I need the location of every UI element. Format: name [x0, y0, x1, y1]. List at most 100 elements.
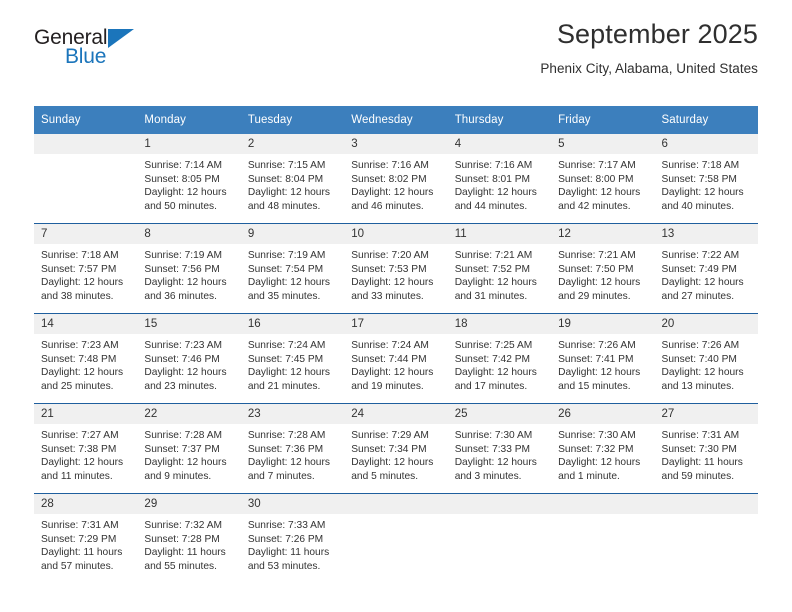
calendar-grid: Sunday Monday Tuesday Wednesday Thursday…: [34, 106, 758, 583]
calendar-day-cell[interactable]: 4 Sunrise: 7:16 AM Sunset: 8:01 PM Dayli…: [447, 134, 552, 224]
day-details: [34, 154, 137, 159]
calendar-day-cell[interactable]: 9 Sunrise: 7:19 AM Sunset: 7:54 PM Dayli…: [240, 223, 345, 314]
day-details: Sunrise: 7:33 AM Sunset: 7:26 PM Dayligh…: [241, 514, 344, 573]
daylight-text-line2: and 40 minutes.: [661, 200, 735, 212]
calendar-week-row: 21 Sunrise: 7:27 AM Sunset: 7:38 PM Dayl…: [34, 403, 758, 494]
calendar-day-cell[interactable]: 19 Sunrise: 7:26 AM Sunset: 7:41 PM Dayl…: [551, 313, 655, 404]
calendar-day-cell[interactable]: 3 Sunrise: 7:16 AM Sunset: 8:02 PM Dayli…: [344, 134, 448, 224]
calendar-day-cell[interactable]: 6 Sunrise: 7:18 AM Sunset: 7:58 PM Dayli…: [654, 134, 758, 224]
calendar-day-cell[interactable]: 15 Sunrise: 7:23 AM Sunset: 7:46 PM Dayl…: [137, 313, 241, 404]
calendar-day-cell[interactable]: 21 Sunrise: 7:27 AM Sunset: 7:38 PM Dayl…: [34, 403, 138, 494]
day-details: Sunrise: 7:18 AM Sunset: 7:57 PM Dayligh…: [34, 244, 137, 303]
sunset-text: Sunset: 7:45 PM: [247, 353, 324, 365]
day-details: Sunrise: 7:25 AM Sunset: 7:42 PM Dayligh…: [448, 334, 551, 393]
calendar-day-cell[interactable]: 22 Sunrise: 7:28 AM Sunset: 7:37 PM Dayl…: [137, 403, 241, 494]
calendar-week-row: 14 Sunrise: 7:23 AM Sunset: 7:48 PM Dayl…: [34, 313, 758, 404]
day-details: Sunrise: 7:26 AM Sunset: 7:40 PM Dayligh…: [655, 334, 758, 393]
day-number: [344, 494, 448, 514]
day-number: [551, 494, 655, 514]
calendar-day-cell[interactable]: 12 Sunrise: 7:21 AM Sunset: 7:50 PM Dayl…: [551, 223, 655, 314]
calendar-day-cell[interactable]: 10 Sunrise: 7:20 AM Sunset: 7:53 PM Dayl…: [344, 223, 448, 314]
sunset-text: Sunset: 7:50 PM: [558, 263, 634, 275]
calendar-day-cell[interactable]: [654, 493, 758, 583]
calendar-day-cell[interactable]: 8 Sunrise: 7:19 AM Sunset: 7:56 PM Dayli…: [137, 223, 241, 314]
day-number: 10: [344, 224, 448, 244]
daylight-text-line2: and 38 minutes.: [41, 290, 114, 302]
day-details: Sunrise: 7:16 AM Sunset: 8:02 PM Dayligh…: [344, 154, 447, 213]
sunrise-text: Sunrise: 7:22 AM: [661, 250, 740, 261]
daylight-text-line2: and 17 minutes.: [454, 380, 528, 392]
calendar-day-cell[interactable]: 17 Sunrise: 7:24 AM Sunset: 7:44 PM Dayl…: [344, 313, 448, 404]
day-details: Sunrise: 7:27 AM Sunset: 7:38 PM Dayligh…: [34, 424, 137, 483]
calendar-day-cell[interactable]: 30 Sunrise: 7:33 AM Sunset: 7:26 PM Dayl…: [240, 493, 345, 583]
calendar-day-cell[interactable]: [447, 493, 552, 583]
calendar-day-cell[interactable]: 26 Sunrise: 7:30 AM Sunset: 7:32 PM Dayl…: [551, 403, 655, 494]
sunrise-text: Sunrise: 7:21 AM: [558, 250, 636, 261]
day-details: Sunrise: 7:22 AM Sunset: 7:49 PM Dayligh…: [655, 244, 758, 303]
calendar-day-cell[interactable]: 24 Sunrise: 7:29 AM Sunset: 7:34 PM Dayl…: [344, 403, 448, 494]
daylight-text-line1: Daylight: 12 hours: [247, 457, 330, 469]
sunrise-text: Sunrise: 7:29 AM: [351, 430, 429, 441]
daylight-text-line2: and 5 minutes.: [351, 470, 419, 482]
calendar-day-cell[interactable]: [551, 493, 655, 583]
day-number: 9: [240, 224, 345, 244]
calendar-day-cell[interactable]: 28 Sunrise: 7:31 AM Sunset: 7:29 PM Dayl…: [34, 493, 138, 583]
calendar-day-cell[interactable]: 13 Sunrise: 7:22 AM Sunset: 7:49 PM Dayl…: [654, 223, 758, 314]
calendar-body: 1 Sunrise: 7:14 AM Sunset: 8:05 PM Dayli…: [34, 134, 758, 583]
weekday-header-tuesday: Tuesday: [240, 106, 345, 134]
calendar-day-cell[interactable]: 27 Sunrise: 7:31 AM Sunset: 7:30 PM Dayl…: [654, 403, 758, 494]
daylight-text-line2: and 23 minutes.: [144, 380, 217, 392]
day-number: [447, 494, 552, 514]
day-details: [655, 514, 758, 519]
calendar-day-cell[interactable]: 2 Sunrise: 7:15 AM Sunset: 8:04 PM Dayli…: [240, 134, 345, 224]
daylight-text-line2: and 50 minutes.: [144, 200, 217, 212]
daylight-text-line1: Daylight: 12 hours: [351, 457, 434, 469]
calendar-day-cell[interactable]: [34, 134, 138, 224]
calendar-day-cell[interactable]: 16 Sunrise: 7:24 AM Sunset: 7:45 PM Dayl…: [240, 313, 345, 404]
day-number: 1: [137, 134, 241, 154]
calendar-day-cell[interactable]: 29 Sunrise: 7:32 AM Sunset: 7:28 PM Dayl…: [137, 493, 241, 583]
day-details: Sunrise: 7:17 AM Sunset: 8:00 PM Dayligh…: [551, 154, 654, 213]
daylight-text-line2: and 31 minutes.: [454, 290, 528, 302]
daylight-text-line2: and 59 minutes.: [661, 470, 735, 482]
daylight-text-line2: and 44 minutes.: [454, 200, 528, 212]
sunrise-text: Sunrise: 7:14 AM: [144, 160, 223, 171]
calendar-day-cell[interactable]: 1 Sunrise: 7:14 AM Sunset: 8:05 PM Dayli…: [137, 134, 241, 224]
sunrise-text: Sunrise: 7:16 AM: [454, 160, 533, 171]
daylight-text-line2: and 7 minutes.: [247, 470, 315, 482]
sunrise-text: Sunrise: 7:24 AM: [247, 340, 326, 351]
daylight-text-line1: Daylight: 12 hours: [351, 187, 434, 199]
sunrise-text: Sunrise: 7:27 AM: [41, 430, 119, 441]
day-details: Sunrise: 7:23 AM Sunset: 7:46 PM Dayligh…: [137, 334, 240, 393]
calendar-day-cell[interactable]: [344, 493, 448, 583]
calendar-day-cell[interactable]: 20 Sunrise: 7:26 AM Sunset: 7:40 PM Dayl…: [654, 313, 758, 404]
daylight-text-line1: Daylight: 12 hours: [144, 277, 227, 289]
calendar-day-cell[interactable]: 5 Sunrise: 7:17 AM Sunset: 8:00 PM Dayli…: [551, 134, 655, 224]
calendar-day-cell[interactable]: 11 Sunrise: 7:21 AM Sunset: 7:52 PM Dayl…: [447, 223, 552, 314]
day-number: 21: [34, 404, 138, 424]
day-details: Sunrise: 7:32 AM Sunset: 7:28 PM Dayligh…: [137, 514, 240, 573]
page-title: September 2025: [556, 19, 758, 49]
calendar-day-cell[interactable]: 7 Sunrise: 7:18 AM Sunset: 7:57 PM Dayli…: [34, 223, 138, 314]
day-number: 8: [137, 224, 241, 244]
sunrise-text: Sunrise: 7:26 AM: [558, 340, 636, 351]
calendar-day-cell[interactable]: 25 Sunrise: 7:30 AM Sunset: 7:33 PM Dayl…: [447, 403, 552, 494]
calendar-day-cell[interactable]: 14 Sunrise: 7:23 AM Sunset: 7:48 PM Dayl…: [34, 313, 138, 404]
daylight-text-line1: Daylight: 11 hours: [144, 547, 226, 559]
day-number: 22: [137, 404, 241, 424]
calendar-day-cell[interactable]: 18 Sunrise: 7:25 AM Sunset: 7:42 PM Dayl…: [447, 313, 552, 404]
calendar-day-cell[interactable]: 23 Sunrise: 7:28 AM Sunset: 7:36 PM Dayl…: [240, 403, 345, 494]
sunrise-text: Sunrise: 7:31 AM: [661, 430, 740, 441]
day-details: Sunrise: 7:19 AM Sunset: 7:54 PM Dayligh…: [241, 244, 344, 303]
daylight-text-line1: Daylight: 12 hours: [454, 457, 537, 469]
sunrise-text: Sunrise: 7:31 AM: [41, 520, 119, 531]
day-details: Sunrise: 7:16 AM Sunset: 8:01 PM Dayligh…: [448, 154, 551, 213]
daylight-text-line1: Daylight: 12 hours: [144, 457, 227, 469]
calendar-header-row: Sunday Monday Tuesday Wednesday Thursday…: [34, 106, 758, 134]
day-details: Sunrise: 7:24 AM Sunset: 7:45 PM Dayligh…: [241, 334, 344, 393]
daylight-text-line1: Daylight: 12 hours: [558, 277, 641, 289]
day-number: 5: [551, 134, 655, 154]
title-block: September 2025 Phenix City, Alabama, Uni…: [540, 18, 758, 78]
daylight-text-line1: Daylight: 11 hours: [41, 547, 123, 559]
day-details: Sunrise: 7:31 AM Sunset: 7:29 PM Dayligh…: [34, 514, 137, 573]
